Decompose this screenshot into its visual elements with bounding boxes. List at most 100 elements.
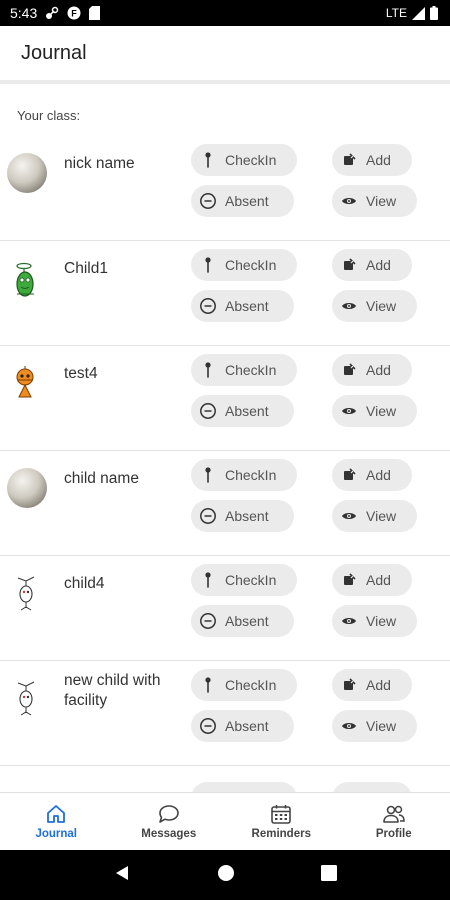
absent-label: Absent bbox=[225, 193, 269, 209]
checkin-button[interactable]: CheckIn bbox=[191, 144, 297, 176]
edit-note-icon bbox=[340, 571, 358, 589]
nav-label-reminders: Reminders bbox=[251, 828, 311, 840]
add-button[interactable]: Add bbox=[332, 459, 412, 491]
child-row: child name CheckIn Absent Add View bbox=[0, 451, 450, 556]
minus-circle-icon bbox=[199, 297, 217, 315]
checkin-label: CheckIn bbox=[225, 677, 277, 693]
minus-circle-icon bbox=[199, 717, 217, 735]
nav-journal[interactable]: Journal bbox=[0, 793, 113, 850]
eye-icon bbox=[340, 402, 358, 420]
pin-icon bbox=[199, 256, 217, 274]
child-row: new child with facility CheckIn Absent Add V… bbox=[0, 661, 450, 766]
checkin-button[interactable]: CheckIn bbox=[191, 459, 297, 491]
absent-label: Absent bbox=[225, 403, 269, 419]
view-label: View bbox=[366, 193, 397, 209]
add-label: Add bbox=[366, 257, 391, 273]
system-nav-bar bbox=[0, 850, 450, 900]
checkin-label: CheckIn bbox=[225, 362, 277, 378]
absent-button[interactable]: Absent bbox=[191, 710, 294, 742]
absent-label: Absent bbox=[225, 718, 269, 734]
checkin-button[interactable]: CheckIn bbox=[191, 354, 297, 386]
pin-icon bbox=[199, 361, 217, 379]
app-bar: Journal bbox=[0, 26, 450, 84]
add-button[interactable]: Add bbox=[332, 144, 412, 176]
home-button-icon[interactable] bbox=[217, 864, 235, 887]
minus-circle-icon bbox=[199, 192, 217, 210]
view-label: View bbox=[366, 613, 397, 629]
view-button[interactable]: View bbox=[332, 185, 417, 217]
people-icon bbox=[382, 803, 406, 825]
child-row-partial bbox=[0, 766, 450, 792]
minus-circle-icon bbox=[199, 612, 217, 630]
add-label: Add bbox=[366, 362, 391, 378]
edit-note-icon bbox=[340, 676, 358, 694]
network-type: LTE bbox=[385, 6, 407, 20]
recents-icon[interactable] bbox=[321, 864, 337, 886]
battery-icon bbox=[430, 6, 438, 20]
sd-card-icon bbox=[89, 6, 101, 20]
checkin-button[interactable]: CheckIn bbox=[191, 564, 297, 596]
edit-note-icon bbox=[340, 466, 358, 484]
nav-messages[interactable]: Messages bbox=[113, 793, 226, 850]
add-button[interactable]: Add bbox=[332, 669, 412, 701]
eye-icon bbox=[340, 612, 358, 630]
pin-icon bbox=[199, 676, 217, 694]
section-label: Your class: bbox=[17, 108, 81, 123]
child-row: nick name CheckIn Absent Add View bbox=[0, 136, 450, 241]
absent-label: Absent bbox=[225, 508, 269, 524]
pin-icon bbox=[199, 151, 217, 169]
eye-icon bbox=[340, 192, 358, 210]
child-name: new child with facility bbox=[64, 672, 161, 709]
absent-label: Absent bbox=[225, 613, 269, 629]
bottom-nav: Journal Messages Reminders Profile bbox=[0, 792, 450, 850]
absent-button[interactable]: Absent bbox=[191, 185, 294, 217]
nav-label-messages: Messages bbox=[141, 828, 197, 840]
calendar-icon bbox=[269, 803, 293, 825]
add-label: Add bbox=[366, 572, 391, 588]
absent-button[interactable]: Absent bbox=[191, 605, 294, 637]
home-icon bbox=[44, 803, 68, 825]
chat-bubble-icon bbox=[157, 803, 181, 825]
nav-label-profile: Profile bbox=[375, 828, 412, 840]
orange-doodle-avatar bbox=[6, 362, 48, 404]
sketch-doodle-avatar bbox=[6, 677, 48, 719]
nav-reminders[interactable]: Reminders bbox=[225, 793, 338, 850]
checkin-label: CheckIn bbox=[225, 467, 277, 483]
absent-label: Absent bbox=[225, 298, 269, 314]
view-button[interactable]: View bbox=[332, 605, 417, 637]
add-button[interactable] bbox=[332, 782, 412, 792]
child-row: child4 CheckIn Absent Add View bbox=[0, 556, 450, 661]
add-label: Add bbox=[366, 467, 391, 483]
signal-icon bbox=[412, 6, 425, 20]
absent-button[interactable]: Absent bbox=[191, 290, 294, 322]
edit-note-icon bbox=[340, 361, 358, 379]
view-button[interactable]: View bbox=[332, 395, 417, 427]
checkin-button[interactable]: CheckIn bbox=[191, 249, 297, 281]
app-notification-icon: F bbox=[67, 6, 81, 20]
absent-button[interactable]: Absent bbox=[191, 395, 294, 427]
view-button[interactable]: View bbox=[332, 500, 417, 532]
child-row: test4 CheckIn Absent Add View bbox=[0, 346, 450, 451]
sphere-avatar bbox=[6, 467, 48, 509]
checkin-button[interactable] bbox=[191, 782, 297, 792]
view-button[interactable]: View bbox=[332, 290, 417, 322]
view-button[interactable]: View bbox=[332, 710, 417, 742]
add-label: Add bbox=[366, 152, 391, 168]
checkin-label: CheckIn bbox=[225, 152, 277, 168]
add-button[interactable]: Add bbox=[332, 249, 412, 281]
green-doodle-avatar bbox=[6, 257, 48, 299]
nav-profile[interactable]: Profile bbox=[338, 793, 450, 850]
absent-button[interactable]: Absent bbox=[191, 500, 294, 532]
page-title: Journal bbox=[21, 41, 87, 64]
add-button[interactable]: Add bbox=[332, 354, 412, 386]
child-name: test4 bbox=[64, 365, 98, 382]
sphere-avatar bbox=[6, 152, 48, 194]
eye-icon bbox=[340, 717, 358, 735]
view-label: View bbox=[366, 298, 397, 314]
pin-icon bbox=[199, 571, 217, 589]
back-icon[interactable] bbox=[113, 864, 131, 887]
checkin-button[interactable]: CheckIn bbox=[191, 669, 297, 701]
view-label: View bbox=[366, 508, 397, 524]
class-list[interactable]: Your class: nick name CheckIn Absent Add Vie… bbox=[0, 88, 450, 792]
add-button[interactable]: Add bbox=[332, 564, 412, 596]
